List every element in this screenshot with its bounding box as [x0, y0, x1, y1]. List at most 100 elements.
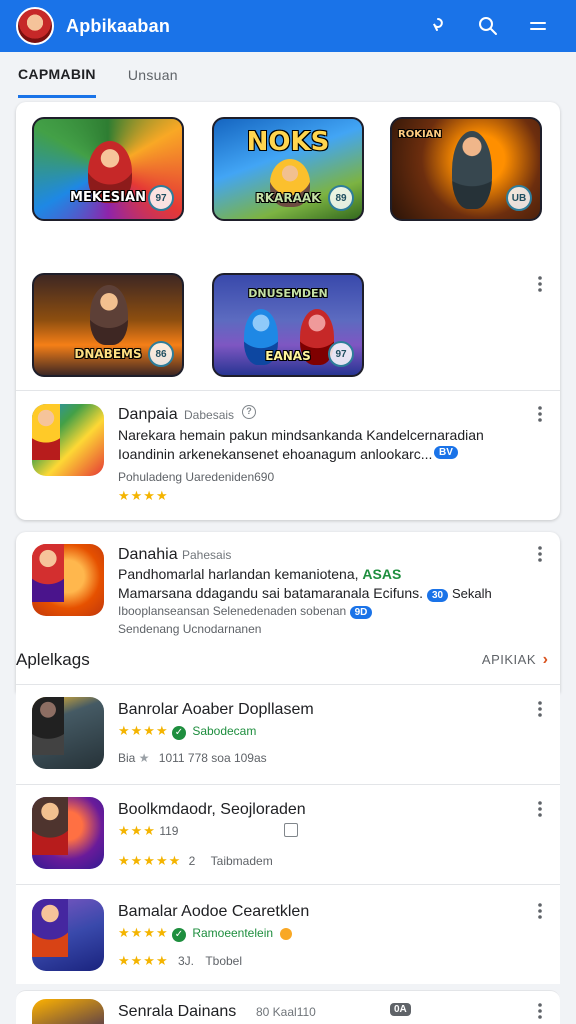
character-art: [32, 899, 68, 957]
rating-stars: ★★★: [118, 823, 156, 838]
highlight-text: ASAS: [362, 566, 402, 582]
list-item[interactable]: Senrala Dainans 80 Kaal110 0A: [16, 990, 560, 1024]
character-art: [32, 544, 64, 602]
app-meta: Bia ★ 1011 778 soa 109as: [118, 751, 267, 765]
tile-badge: 86: [148, 341, 174, 367]
chevron-right-icon[interactable]: ›: [543, 651, 548, 669]
section-title: Aplelkags: [16, 650, 90, 669]
app-meta: Ibooplanseansan Selenedenaden sobenan 9D: [118, 604, 373, 619]
rating-count: 119: [159, 824, 179, 838]
app-tag: Sabodecam: [192, 724, 257, 738]
app-icon[interactable]: [32, 544, 104, 616]
tile-badge: 97: [328, 341, 354, 367]
app-name: Senrala Dainans: [118, 1003, 237, 1020]
app-rating-row: ★★★★ 3J. Tbobel: [118, 953, 242, 969]
more-options-icon[interactable]: [530, 697, 550, 721]
mic-icon[interactable]: [416, 4, 460, 48]
app-description: Narekara hemain pakun mindsankanda Kande…: [118, 427, 484, 443]
app-description-line: Mamarsana ddagandu sai batamaranala Ecif…: [118, 585, 492, 602]
divider: [16, 390, 560, 391]
app-name: Bamalar Aodoe Cearetklen: [118, 903, 310, 920]
app-rating-row: ★★★★ ✓ Sabodecam: [118, 723, 256, 740]
app-icon[interactable]: [32, 899, 104, 971]
description-tail: Sekalh: [451, 586, 492, 601]
menu-icon[interactable]: [516, 4, 560, 48]
app-description-line: Ioandinin arkenekansenet ehoanagum anloo…: [118, 446, 433, 462]
tile-badge: 89: [328, 185, 354, 211]
avatar[interactable]: [16, 7, 54, 45]
rank-number: 3J.: [177, 954, 194, 968]
tab-bar: CAPMABIN Unsuan: [0, 52, 576, 98]
app-name[interactable]: Danahia: [118, 546, 178, 564]
character-art: [32, 797, 68, 855]
character-art: [32, 697, 64, 755]
tab-capmabin[interactable]: CAPMABIN: [18, 52, 96, 98]
featured-tile[interactable]: DNUSEMDEN EANAS 97: [212, 273, 364, 377]
rating-stars: ★★★★: [118, 723, 169, 738]
more-options-icon[interactable]: [530, 797, 550, 821]
info-icon[interactable]: [284, 823, 298, 837]
meta-text: 1011 778 soa 109as: [158, 751, 267, 765]
app-chip: 30: [426, 589, 449, 602]
tile-badge: UB: [506, 185, 532, 211]
app-tag: Ramoeentelein: [192, 926, 274, 940]
tab-unsuan[interactable]: Unsuan: [128, 52, 178, 98]
app-description: Pandhomarlal harlandan kemaniotena, ASAS: [118, 566, 401, 582]
app-promo-card: Danahia Pahesais Pandhomarlal harlandan …: [16, 532, 560, 692]
app-title: Apbikaaban: [66, 15, 171, 36]
tile-title: NOKS: [246, 127, 330, 157]
list-item[interactable]: Boolkmdaodr, Seojloraden ★★★ 119 ★★★★★ 2…: [16, 784, 560, 884]
top-app-bar: Apbikaaban: [0, 0, 576, 52]
app-rating-row: ★★★★ ✓ Ramoeentelein: [118, 925, 293, 942]
more-options-icon[interactable]: [530, 272, 550, 296]
star-icon: ★: [138, 751, 153, 765]
meta-text: Tbobel: [205, 954, 243, 968]
character-art: [90, 285, 128, 345]
rating-stars: ★★★★: [118, 488, 169, 503]
app-icon[interactable]: [32, 697, 104, 769]
app-icon[interactable]: [32, 797, 104, 869]
info-icon[interactable]: ?: [242, 405, 256, 419]
more-options-icon[interactable]: [530, 999, 550, 1023]
list-item[interactable]: Bamalar Aodoe Cearetklen ★★★★ ✓ Ramoeent…: [16, 884, 560, 984]
character-art: [32, 404, 60, 460]
description-text: Mamarsana ddagandu sai batamaranala Ecif…: [118, 585, 424, 601]
section-see-all-link[interactable]: APIKIAK: [482, 652, 536, 667]
rating-stars: ★★★★: [118, 953, 169, 968]
meta-prefix: Bia: [118, 751, 136, 765]
more-options-icon[interactable]: [530, 899, 550, 923]
check-icon: ✓: [171, 927, 186, 942]
more-options-icon[interactable]: [530, 402, 550, 426]
meta-text: Taibmadem: [210, 854, 273, 868]
rating-stars: ★★★★: [118, 925, 169, 940]
app-chip: BV: [434, 446, 458, 459]
coin-icon: [280, 927, 293, 940]
featured-tile[interactable]: DNABEMS 86: [32, 273, 184, 377]
featured-card: MEKESIAN 97 NOKS RKARAAK 89 ROKIAN UB DN…: [16, 102, 560, 520]
app-icon[interactable]: [32, 404, 104, 476]
featured-tile[interactable]: NOKS RKARAAK 89: [212, 117, 364, 221]
description-text: Pandhomarlal harlandan kemaniotena,: [118, 566, 359, 582]
app-rating-row: ★★★★★ 2 Taibmadem: [118, 853, 273, 869]
app-extra: 80 Kaal110: [256, 1005, 316, 1019]
tile-title: ROKIAN: [398, 129, 442, 140]
app-icon[interactable]: [32, 999, 104, 1024]
search-icon[interactable]: [466, 4, 510, 48]
list-item[interactable]: Banrolar Aoaber Dopllasem ★★★★ ✓ Sabodec…: [16, 684, 560, 784]
app-chip: 0A: [390, 1003, 411, 1016]
app-meta: Pohuladeng Uaredeniden690: [118, 470, 275, 484]
app-name[interactable]: Danpaia: [118, 406, 178, 424]
featured-tile[interactable]: MEKESIAN 97: [32, 117, 184, 221]
app-rating-row: ★★★ 119: [118, 823, 178, 839]
meta-text: Ibooplanseansan Selenedenaden sobenan: [118, 604, 347, 618]
more-options-icon[interactable]: [530, 542, 550, 566]
app-publisher: Pahesais: [182, 548, 232, 562]
character-art: [452, 131, 492, 209]
tile-badge: 97: [148, 185, 174, 211]
app-name: Banrolar Aoaber Dopllasem: [118, 701, 314, 718]
featured-tile[interactable]: ROKIAN UB: [390, 117, 542, 221]
rating-stars: ★★★★★: [118, 853, 182, 868]
app-publisher: Dabesais: [184, 408, 235, 422]
tile-title: DNUSEMDEN: [248, 287, 328, 300]
app-chip: 9D: [349, 606, 373, 619]
